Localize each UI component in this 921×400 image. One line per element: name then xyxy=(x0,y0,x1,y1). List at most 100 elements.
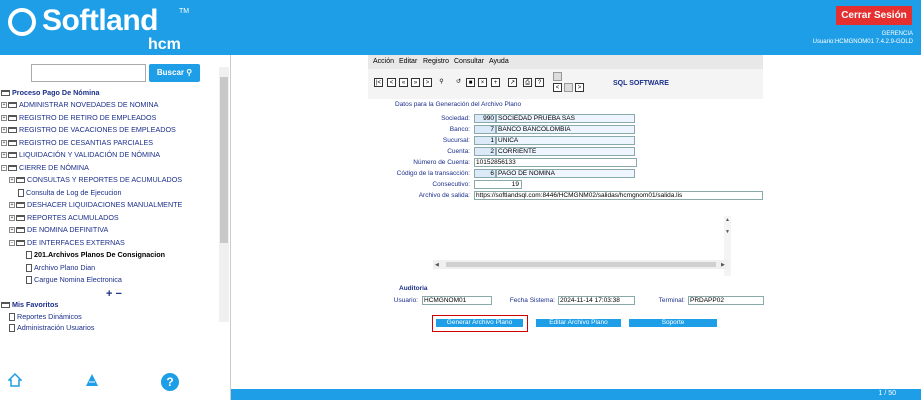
favorites-root[interactable]: Mis Favoritos xyxy=(1,300,58,310)
tree-item[interactable]: + DESHACER LIQUIDACIONES MANUALMENTE xyxy=(9,200,182,210)
expand-icon[interactable]: + xyxy=(1,152,7,159)
sucursal-code-field[interactable]: 1 xyxy=(474,136,496,145)
sociedad-label: Sociedad: xyxy=(441,115,470,122)
favorite-item[interactable]: Reportes Dinámicos xyxy=(9,312,82,322)
editar-archivo-plano-button[interactable]: Editar Archivo Plano xyxy=(536,319,621,327)
logo-tm-text: TM xyxy=(179,8,190,15)
auditoria-title: Auditoria xyxy=(399,285,428,292)
menu-ayuda[interactable]: Ayuda xyxy=(489,58,509,65)
expand-icon[interactable]: + xyxy=(9,214,15,221)
menu-bar: Acción Editar Registro Consultar Ayuda xyxy=(368,55,763,69)
expand-icon[interactable]: + xyxy=(1,102,7,109)
scroll-left-icon[interactable]: ◀ xyxy=(435,262,439,268)
tree-item-selected[interactable]: 201.Archivos Planos De Consignacion xyxy=(26,250,165,260)
folder-icon xyxy=(8,102,17,109)
archivo-salida-label: Archivo de salida: xyxy=(418,192,470,199)
consecutivo-field[interactable]: 19 xyxy=(474,180,522,189)
numero-cuenta-field[interactable]: 10152856133 xyxy=(474,158,637,167)
consecutivo-label: Consecutivo: xyxy=(432,181,470,188)
tree-item[interactable]: + REGISTRO DE CESANTIAS PARCIALES xyxy=(1,138,153,148)
prev-page-icon[interactable]: « xyxy=(399,78,408,87)
prev-record-icon[interactable]: < xyxy=(387,78,396,87)
tree-item[interactable]: − CIERRE DE NÓMINA xyxy=(1,163,89,173)
sociedad-code-field[interactable]: 990 xyxy=(474,114,496,123)
expand-icon[interactable]: + xyxy=(9,177,15,184)
folder-open-icon xyxy=(16,239,25,246)
tree-item[interactable]: + ADMINISTRAR NOVEDADES DE NOMINA xyxy=(1,100,158,110)
expand-icon[interactable]: + xyxy=(9,202,15,209)
nav-left-icon[interactable]: < xyxy=(553,83,562,92)
sidebar-scroll-thumb[interactable] xyxy=(220,77,228,243)
expand-icon[interactable]: + xyxy=(9,227,15,234)
help-small-icon[interactable]: ? xyxy=(535,78,544,87)
expand-icon[interactable]: + xyxy=(1,127,7,134)
codigo-transaccion-code-field[interactable]: 6 xyxy=(474,169,496,178)
banco-code-field[interactable]: 7 xyxy=(474,125,496,134)
terminal-label: Terminal: xyxy=(658,297,685,304)
first-record-icon[interactable]: |< xyxy=(374,78,383,87)
tree-item[interactable]: + LIQUIDACIÓN Y VALIDACIÓN DE NÓMINA xyxy=(1,150,160,160)
insert-icon[interactable]: + xyxy=(491,78,500,87)
nav-up-icon[interactable] xyxy=(553,72,562,81)
search-input[interactable] xyxy=(31,64,146,82)
fecha-sistema-field: 2024-11-14 17:03:38 xyxy=(558,296,635,305)
cuenta-code-field[interactable]: 2 xyxy=(474,147,496,156)
tree-item[interactable]: Consulta de Log de Ejecucion xyxy=(18,188,122,198)
menu-consultar[interactable]: Consultar xyxy=(454,58,484,65)
archivo-salida-field[interactable]: https://softlandsql.com:8446/HCMGNM02/sa… xyxy=(474,191,763,200)
form-horizontal-scroll-thumb[interactable] xyxy=(446,262,716,267)
search-icon: ⚲ xyxy=(186,68,193,77)
home-icon[interactable] xyxy=(8,373,22,387)
tree-item[interactable]: Cargue Nomina Electronica xyxy=(26,275,122,285)
tree-root[interactable]: Proceso Pago De Nómina xyxy=(1,88,99,98)
nav-center-icon[interactable] xyxy=(564,83,573,92)
folder-icon xyxy=(8,139,17,146)
tree-item[interactable]: + DE NOMINA DEFINITIVA xyxy=(9,225,108,235)
sidebar: Buscar ⚲ Proceso Pago De Nómina + ADMINIS… xyxy=(0,55,231,400)
sucursal-name-field: UNICA xyxy=(496,136,635,145)
tree-item[interactable]: Archivo Plano Dian xyxy=(26,263,95,273)
usuario-field: HCMGNOM01 xyxy=(422,296,492,305)
expand-icon[interactable]: + xyxy=(1,139,7,146)
help-icon[interactable]: ? xyxy=(161,373,179,391)
soporte-button[interactable]: Soporte xyxy=(629,319,717,327)
next-record-icon[interactable]: > xyxy=(423,78,432,87)
generar-archivo-plano-button[interactable]: Generar Archivo Plano xyxy=(436,319,523,327)
form-title: Datos para la Generación del Archivo Pla… xyxy=(395,101,522,108)
page-icon xyxy=(26,251,32,260)
expand-collapse-controls[interactable]: + − xyxy=(106,288,122,300)
scroll-down-icon[interactable]: ▼ xyxy=(725,229,730,235)
favorite-item[interactable]: Administración Usuarios xyxy=(9,323,95,333)
banco-name-field: BANCO BANCOLOMBIA xyxy=(496,125,635,134)
delete-icon[interactable]: × xyxy=(478,78,487,87)
cuenta-name-field: CORRIENTE xyxy=(496,147,635,156)
tree-item[interactable]: + REGISTRO DE VACACIONES DE EMPLEADOS xyxy=(1,125,176,135)
expand-icon[interactable]: + xyxy=(1,114,7,121)
tree-item[interactable]: + CONSULTAS Y REPORTES DE ACUMULADOS xyxy=(9,175,182,185)
folder-open-icon xyxy=(8,164,17,171)
next-page-icon[interactable]: » xyxy=(411,78,420,87)
save-icon[interactable]: ■ xyxy=(466,78,475,87)
search-button[interactable]: Buscar ⚲ xyxy=(149,64,200,82)
page-icon xyxy=(18,188,24,197)
tree-item[interactable]: − DE INTERFACES EXTERNAS xyxy=(9,238,125,248)
softland-logo: Softland TM hcm xyxy=(8,2,198,53)
menu-editar[interactable]: Editar xyxy=(399,58,417,65)
collapse-icon[interactable]: − xyxy=(1,164,7,171)
search-record-icon[interactable]: ⚲ xyxy=(437,78,446,87)
menu-accion[interactable]: Acción xyxy=(373,58,394,65)
undo-icon[interactable]: ↺ xyxy=(454,78,463,87)
export-icon[interactable]: ↗ xyxy=(508,78,517,87)
logout-button[interactable]: Cerrar Sesión xyxy=(836,6,912,25)
menu-registro[interactable]: Registro xyxy=(423,58,449,65)
print-icon[interactable]: ⎙ xyxy=(523,78,532,87)
usuario-label: Usuario: xyxy=(393,297,418,304)
tree-item[interactable]: + REGISTRO DE RETIRO DE EMPLEADOS xyxy=(1,113,156,123)
collapse-icon[interactable]: − xyxy=(9,239,15,246)
nav-right-icon[interactable]: > xyxy=(575,83,584,92)
scroll-right-icon[interactable]: ▶ xyxy=(721,262,725,268)
cuenta-label: Cuenta: xyxy=(447,148,470,155)
tree-item[interactable]: + REPORTES ACUMULADOS xyxy=(9,213,119,223)
layers-icon[interactable] xyxy=(85,373,99,387)
scroll-up-icon[interactable]: ▲ xyxy=(725,217,730,223)
